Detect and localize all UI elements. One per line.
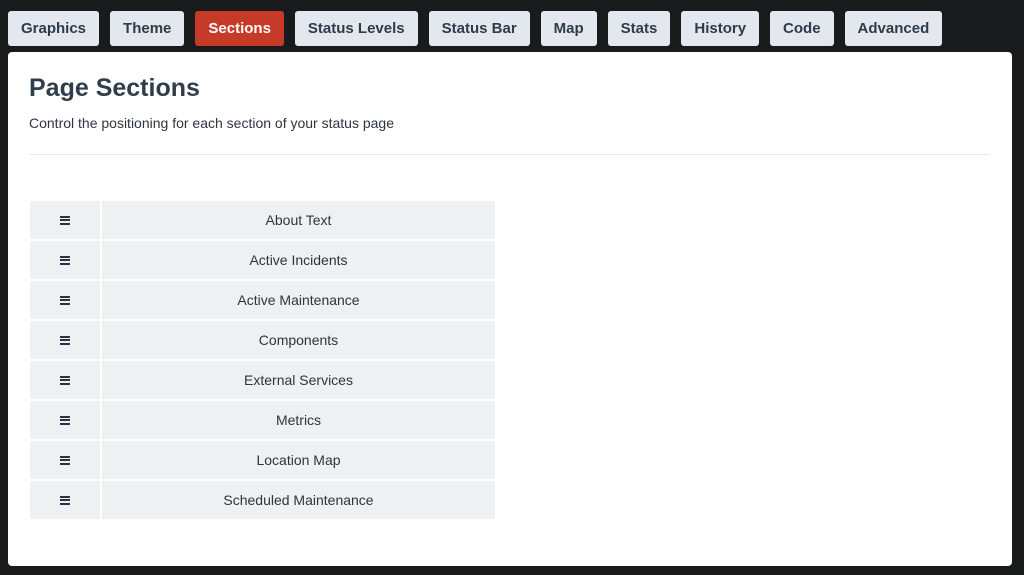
drag-handle-icon: [60, 455, 70, 465]
section-label: About Text: [102, 201, 495, 239]
section-label: Scheduled Maintenance: [102, 481, 495, 519]
section-label: Components: [102, 321, 495, 359]
drag-handle-icon: [60, 375, 70, 385]
tab-history[interactable]: History: [681, 11, 760, 46]
page-title: Page Sections: [29, 74, 200, 102]
tab-status-bar[interactable]: Status Bar: [428, 11, 530, 46]
section-row-metrics[interactable]: Metrics: [30, 401, 495, 439]
section-row-components[interactable]: Components: [30, 321, 495, 359]
tab-sections[interactable]: Sections: [195, 11, 284, 46]
tab-map[interactable]: Map: [540, 11, 597, 46]
sections-panel: Page Sections Control the positioning fo…: [8, 52, 1012, 566]
drag-handle-icon: [60, 495, 70, 505]
section-row-active-maintenance[interactable]: Active Maintenance: [30, 281, 495, 319]
settings-tab-bar: Graphics Theme Sections Status Levels St…: [8, 11, 943, 46]
section-label: Metrics: [102, 401, 495, 439]
tab-stats[interactable]: Stats: [607, 11, 671, 46]
tab-advanced[interactable]: Advanced: [844, 11, 943, 46]
drag-handle-icon: [60, 255, 70, 265]
drag-handle[interactable]: [30, 361, 100, 399]
drag-handle[interactable]: [30, 281, 100, 319]
drag-handle-icon: [60, 415, 70, 425]
section-row-active-incidents[interactable]: Active Incidents: [30, 241, 495, 279]
drag-handle[interactable]: [30, 321, 100, 359]
drag-handle-icon: [60, 295, 70, 305]
section-label: External Services: [102, 361, 495, 399]
section-label: Active Maintenance: [102, 281, 495, 319]
section-row-scheduled-maintenance[interactable]: Scheduled Maintenance: [30, 481, 495, 519]
section-label: Active Incidents: [102, 241, 495, 279]
tab-theme[interactable]: Theme: [110, 11, 185, 46]
drag-handle[interactable]: [30, 241, 100, 279]
drag-handle-icon: [60, 335, 70, 345]
section-row-external-services[interactable]: External Services: [30, 361, 495, 399]
drag-handle[interactable]: [30, 401, 100, 439]
drag-handle-icon: [60, 215, 70, 225]
section-label: Location Map: [102, 441, 495, 479]
sortable-sections-list: About Text Active Incidents Active Maint…: [30, 201, 495, 521]
tab-graphics[interactable]: Graphics: [8, 11, 100, 46]
drag-handle[interactable]: [30, 441, 100, 479]
divider: [29, 154, 990, 155]
page-subtitle: Control the positioning for each section…: [29, 115, 394, 131]
section-row-about-text[interactable]: About Text: [30, 201, 495, 239]
tab-status-levels[interactable]: Status Levels: [294, 11, 418, 46]
section-row-location-map[interactable]: Location Map: [30, 441, 495, 479]
drag-handle[interactable]: [30, 201, 100, 239]
drag-handle[interactable]: [30, 481, 100, 519]
tab-code[interactable]: Code: [770, 11, 834, 46]
